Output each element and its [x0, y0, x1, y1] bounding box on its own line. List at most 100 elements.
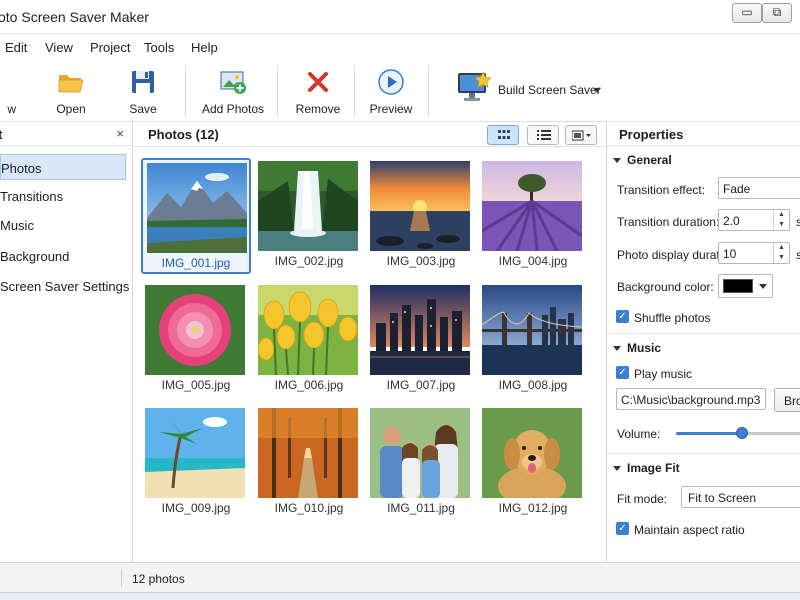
photo-display-duration-spinner[interactable]: ▲ ▼	[773, 243, 789, 263]
toolbar-separator	[428, 66, 429, 116]
properties-title: Properties	[619, 127, 684, 142]
new-button[interactable]: w	[0, 66, 16, 118]
photo-filename: IMG_002.jpg	[274, 254, 344, 268]
music-file-input[interactable]: C:\Music\background.mp3	[616, 388, 766, 410]
transition-duration-value: 2.0	[723, 214, 740, 228]
maintain-aspect-ratio-checkbox[interactable]: ✓	[616, 522, 629, 535]
save-label: Save	[129, 102, 157, 116]
volume-slider-thumb[interactable]	[736, 427, 748, 439]
remove-label: Remove	[295, 102, 341, 116]
menu-bar: Edit View Project Tools Help	[0, 34, 800, 60]
spin-down-icon[interactable]: ▼	[774, 253, 789, 263]
photo-thumbnail[interactable]: IMG_009.jpg	[141, 405, 251, 521]
photo-thumbnail[interactable]: IMG_008.jpg	[478, 282, 588, 398]
spin-down-icon[interactable]: ▼	[774, 220, 789, 230]
close-icon[interactable]: ×	[116, 126, 124, 141]
photo-thumbnail[interactable]: IMG_001.jpg	[141, 158, 251, 274]
build-screen-saver-button[interactable]: Build Screen Saver	[452, 66, 608, 118]
nav-item-background[interactable]: Background	[0, 243, 126, 269]
image-options-button[interactable]	[565, 125, 597, 145]
volume-fill	[676, 432, 742, 435]
menu-edit[interactable]: Edit	[5, 40, 27, 55]
photo-display-duration-input[interactable]: 10 ▲ ▼	[718, 242, 790, 264]
transition-duration-label: Transition duration:	[617, 215, 720, 229]
photo-thumbnail[interactable]: IMG_005.jpg	[141, 282, 251, 398]
nav-item-transitions[interactable]: Transitions	[0, 183, 126, 209]
image-fit-section-header[interactable]: Image Fit	[613, 461, 680, 475]
grid-view-icon	[498, 130, 510, 139]
photo-thumbnail[interactable]: IMG_010.jpg	[254, 405, 364, 521]
photo-filename: IMG_012.jpg	[498, 501, 568, 515]
collapse-arrow-icon	[613, 466, 621, 472]
nav-item-music[interactable]: Music	[0, 212, 126, 238]
photo-filename: IMG_008.jpg	[498, 378, 568, 392]
window-bottom-edge	[0, 592, 800, 600]
window-title: oto Screen Saver Maker	[0, 9, 149, 25]
photos-panel-title: Photos (12)	[148, 127, 219, 142]
photos-panel: Photos (12) IMG_001.jpg IMG_002.jpg IMG_…	[134, 122, 606, 562]
remove-x-icon	[308, 72, 328, 92]
menu-view[interactable]: View	[45, 40, 73, 55]
transition-effect-select[interactable]: Fade	[718, 177, 800, 199]
image-fit-section-title: Image Fit	[627, 461, 680, 475]
toolbar-separator	[354, 66, 355, 116]
shuffle-photos-checkbox[interactable]: ✓	[616, 310, 629, 323]
minimize-button[interactable]: ▭	[732, 3, 762, 23]
photo-filename: IMG_010.jpg	[274, 501, 344, 515]
photo-thumbnail[interactable]: IMG_011.jpg	[366, 405, 476, 521]
browse-button[interactable]: Bro	[774, 388, 800, 412]
open-button[interactable]: Open	[48, 66, 94, 118]
photo-filename: IMG_009.jpg	[161, 501, 231, 515]
status-separator	[121, 569, 122, 587]
maximize-button[interactable]: ⧉	[762, 3, 792, 23]
volume-label: Volume:	[617, 427, 661, 441]
photo-thumbnail[interactable]: IMG_003.jpg	[366, 158, 476, 274]
play-music-checkbox[interactable]: ✓	[616, 366, 629, 379]
photo-thumbnail[interactable]: IMG_002.jpg	[254, 158, 364, 274]
color-swatch	[723, 279, 753, 293]
photo-thumbnail[interactable]: IMG_006.jpg	[254, 282, 364, 398]
remove-button[interactable]: Remove	[294, 66, 342, 118]
photo-image-sunset-sea	[370, 161, 470, 251]
photo-filename: IMG_003.jpg	[386, 254, 456, 268]
menu-tools[interactable]: Tools	[144, 40, 174, 55]
photo-thumbnail[interactable]: IMG_007.jpg	[366, 282, 476, 398]
fit-mode-select[interactable]: Fit to Screen	[681, 486, 800, 508]
properties-header: Properties	[607, 122, 800, 146]
general-section-header[interactable]: General	[613, 153, 672, 167]
nav-item-label: Background	[0, 249, 70, 264]
photo-image-pink-flower	[145, 285, 245, 375]
properties-panel: Properties General Transition effect: Fa…	[606, 122, 800, 562]
photo-image-tropical-beach	[145, 408, 245, 498]
image-menu-icon	[572, 130, 591, 141]
photo-thumbnail[interactable]: IMG_004.jpg	[478, 158, 588, 274]
collapse-arrow-icon	[613, 158, 621, 164]
photo-thumbnail[interactable]: IMG_012.jpg	[478, 405, 588, 521]
preview-button[interactable]: Preview	[367, 66, 415, 118]
play-music-label: Play music	[634, 367, 693, 381]
nav-item-screen-saver-settings[interactable]: Screen Saver Settings	[0, 273, 130, 299]
background-color-picker[interactable]	[718, 274, 773, 298]
add-photos-button[interactable]: Add Photos	[202, 66, 264, 118]
menu-help[interactable]: Help	[191, 40, 218, 55]
photo-filename: IMG_004.jpg	[498, 254, 568, 268]
nav-item-photos[interactable]: Photos	[0, 154, 126, 180]
list-view-button[interactable]	[527, 125, 559, 145]
spin-up-icon[interactable]: ▲	[774, 210, 789, 220]
save-button[interactable]: Save	[120, 66, 166, 118]
transition-duration-spinner[interactable]: ▲ ▼	[773, 210, 789, 230]
menu-project[interactable]: Project	[90, 40, 130, 55]
transition-duration-input[interactable]: 2.0 ▲ ▼	[718, 209, 790, 231]
dropdown-arrow-icon[interactable]	[593, 88, 601, 94]
music-section-header[interactable]: Music	[613, 341, 661, 355]
grid-view-button[interactable]	[487, 125, 519, 145]
background-color-label: Background color:	[617, 280, 714, 294]
spin-up-icon[interactable]: ▲	[774, 243, 789, 253]
collapse-arrow-icon	[613, 346, 621, 352]
shuffle-photos-label: Shuffle photos	[634, 311, 711, 325]
add-photos-label: Add Photos	[202, 102, 265, 116]
transition-effect-value: Fade	[723, 182, 751, 196]
general-section-title: General	[627, 153, 672, 167]
browse-label: Bro	[784, 394, 800, 408]
nav-item-label: Screen Saver Settings	[0, 279, 130, 294]
